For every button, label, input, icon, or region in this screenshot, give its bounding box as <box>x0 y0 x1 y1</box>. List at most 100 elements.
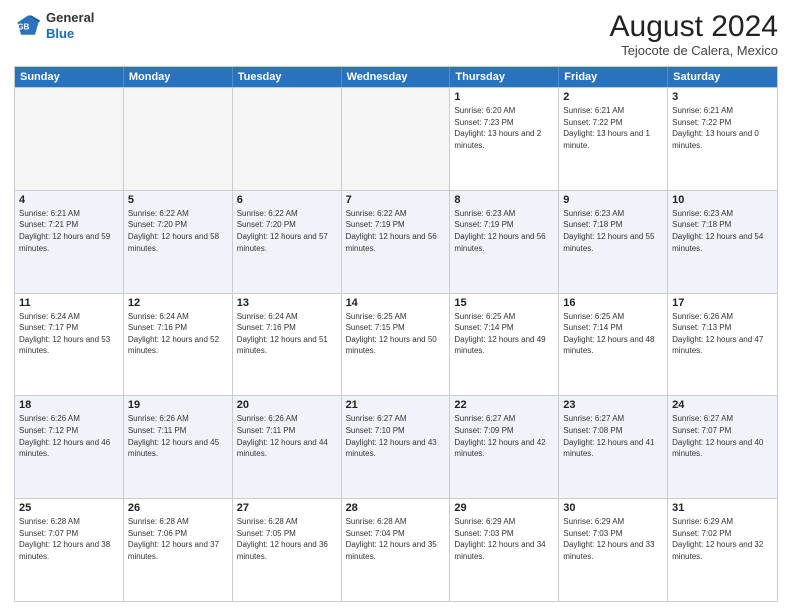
day-number: 5 <box>128 194 228 206</box>
cell-info: Sunrise: 6:24 AM Sunset: 7:16 PM Dayligh… <box>237 311 337 357</box>
page: GB General Blue August 2024 Tejocote de … <box>0 0 792 612</box>
calendar-cell <box>124 88 233 190</box>
calendar-row-1: 1 Sunrise: 6:20 AM Sunset: 7:23 PM Daylig… <box>15 87 777 190</box>
calendar-cell: 15 Sunrise: 6:25 AM Sunset: 7:14 PM Dayli… <box>450 294 559 396</box>
day-number: 15 <box>454 297 554 309</box>
day-header-thursday: Thursday <box>450 67 559 87</box>
cell-info: Sunrise: 6:22 AM Sunset: 7:20 PM Dayligh… <box>237 208 337 254</box>
day-number: 18 <box>19 399 119 411</box>
logo-general: General <box>46 10 94 26</box>
calendar-cell: 22 Sunrise: 6:27 AM Sunset: 7:09 PM Dayli… <box>450 396 559 498</box>
day-number: 20 <box>237 399 337 411</box>
calendar-cell: 8Sunrise: 6:23 AM Sunset: 7:19 PM Daylig… <box>450 191 559 293</box>
day-header-monday: Monday <box>124 67 233 87</box>
calendar-cell: 13 Sunrise: 6:24 AM Sunset: 7:16 PM Dayli… <box>233 294 342 396</box>
cell-info: Sunrise: 6:23 AM Sunset: 7:18 PM Dayligh… <box>563 208 663 254</box>
day-number: 22 <box>454 399 554 411</box>
cell-info: Sunrise: 6:25 AM Sunset: 7:14 PM Dayligh… <box>454 311 554 357</box>
calendar-row-4: 18Sunrise: 6:26 AM Sunset: 7:12 PM Dayli… <box>15 395 777 498</box>
cell-info: Sunrise: 6:25 AM Sunset: 7:14 PM Dayligh… <box>563 311 663 357</box>
calendar-cell: 9 Sunrise: 6:23 AM Sunset: 7:18 PM Daylig… <box>559 191 668 293</box>
day-header-friday: Friday <box>559 67 668 87</box>
calendar-cell: 1 Sunrise: 6:20 AM Sunset: 7:23 PM Daylig… <box>450 88 559 190</box>
calendar-cell: 28Sunrise: 6:28 AM Sunset: 7:04 PM Dayli… <box>342 499 451 601</box>
day-number: 30 <box>563 502 663 514</box>
calendar-cell: 10 Sunrise: 6:23 AM Sunset: 7:18 PM Dayli… <box>668 191 777 293</box>
calendar-cell: 18Sunrise: 6:26 AM Sunset: 7:12 PM Dayli… <box>15 396 124 498</box>
day-number: 10 <box>672 194 773 206</box>
calendar-cell: 21 Sunrise: 6:27 AM Sunset: 7:10 PM Dayli… <box>342 396 451 498</box>
calendar: SundayMondayTuesdayWednesdayThursdayFrid… <box>14 66 778 602</box>
cell-info: Sunrise: 6:20 AM Sunset: 7:23 PM Dayligh… <box>454 105 554 151</box>
day-number: 23 <box>563 399 663 411</box>
cell-info: Sunrise: 6:29 AM Sunset: 7:02 PM Dayligh… <box>672 516 773 562</box>
calendar-cell: 25Sunrise: 6:28 AM Sunset: 7:07 PM Dayli… <box>15 499 124 601</box>
calendar-cell: 5 Sunrise: 6:22 AM Sunset: 7:20 PM Daylig… <box>124 191 233 293</box>
cell-info: Sunrise: 6:27 AM Sunset: 7:08 PM Dayligh… <box>563 413 663 459</box>
header: GB General Blue August 2024 Tejocote de … <box>14 10 778 58</box>
cell-info: Sunrise: 6:22 AM Sunset: 7:20 PM Dayligh… <box>128 208 228 254</box>
day-number: 8 <box>454 194 554 206</box>
cell-info: Sunrise: 6:22 AM Sunset: 7:19 PM Dayligh… <box>346 208 446 254</box>
calendar-cell: 23 Sunrise: 6:27 AM Sunset: 7:08 PM Dayli… <box>559 396 668 498</box>
cell-info: Sunrise: 6:27 AM Sunset: 7:10 PM Dayligh… <box>346 413 446 459</box>
calendar-cell: 3 Sunrise: 6:21 AM Sunset: 7:22 PM Daylig… <box>668 88 777 190</box>
day-number: 13 <box>237 297 337 309</box>
calendar-cell: 27 Sunrise: 6:28 AM Sunset: 7:05 PM Dayli… <box>233 499 342 601</box>
cell-info: Sunrise: 6:21 AM Sunset: 7:22 PM Dayligh… <box>563 105 663 151</box>
calendar-cell: 6 Sunrise: 6:22 AM Sunset: 7:20 PM Daylig… <box>233 191 342 293</box>
calendar-cell: 14Sunrise: 6:25 AM Sunset: 7:15 PM Dayli… <box>342 294 451 396</box>
cell-info: Sunrise: 6:26 AM Sunset: 7:13 PM Dayligh… <box>672 311 773 357</box>
cell-info: Sunrise: 6:21 AM Sunset: 7:21 PM Dayligh… <box>19 208 119 254</box>
day-number: 21 <box>346 399 446 411</box>
day-number: 12 <box>128 297 228 309</box>
day-number: 27 <box>237 502 337 514</box>
day-number: 9 <box>563 194 663 206</box>
day-number: 26 <box>128 502 228 514</box>
calendar-row-5: 25Sunrise: 6:28 AM Sunset: 7:07 PM Dayli… <box>15 498 777 601</box>
calendar-cell: 24Sunrise: 6:27 AM Sunset: 7:07 PM Dayli… <box>668 396 777 498</box>
calendar-row-2: 4Sunrise: 6:21 AM Sunset: 7:21 PM Daylig… <box>15 190 777 293</box>
svg-text:GB: GB <box>18 22 30 31</box>
day-number: 17 <box>672 297 773 309</box>
title-section: August 2024 Tejocote de Calera, Mexico <box>610 10 778 58</box>
calendar-header: SundayMondayTuesdayWednesdayThursdayFrid… <box>15 67 777 87</box>
day-number: 31 <box>672 502 773 514</box>
logo-text: General Blue <box>46 10 94 41</box>
calendar-cell: 17 Sunrise: 6:26 AM Sunset: 7:13 PM Dayli… <box>668 294 777 396</box>
day-number: 6 <box>237 194 337 206</box>
cell-info: Sunrise: 6:27 AM Sunset: 7:09 PM Dayligh… <box>454 413 554 459</box>
calendar-cell: 11Sunrise: 6:24 AM Sunset: 7:17 PM Dayli… <box>15 294 124 396</box>
logo: GB General Blue <box>14 10 94 41</box>
cell-info: Sunrise: 6:26 AM Sunset: 7:11 PM Dayligh… <box>128 413 228 459</box>
day-number: 1 <box>454 91 554 103</box>
cell-info: Sunrise: 6:28 AM Sunset: 7:06 PM Dayligh… <box>128 516 228 562</box>
cell-info: Sunrise: 6:28 AM Sunset: 7:05 PM Dayligh… <box>237 516 337 562</box>
month-year: August 2024 <box>610 10 778 43</box>
calendar-cell: 29Sunrise: 6:29 AM Sunset: 7:03 PM Dayli… <box>450 499 559 601</box>
day-number: 3 <box>672 91 773 103</box>
calendar-cell: 19 Sunrise: 6:26 AM Sunset: 7:11 PM Dayli… <box>124 396 233 498</box>
calendar-cell <box>342 88 451 190</box>
cell-info: Sunrise: 6:28 AM Sunset: 7:07 PM Dayligh… <box>19 516 119 562</box>
day-number: 14 <box>346 297 446 309</box>
calendar-body: 1 Sunrise: 6:20 AM Sunset: 7:23 PM Daylig… <box>15 87 777 601</box>
cell-info: Sunrise: 6:27 AM Sunset: 7:07 PM Dayligh… <box>672 413 773 459</box>
day-number: 16 <box>563 297 663 309</box>
logo-icon: GB <box>14 12 42 40</box>
cell-info: Sunrise: 6:21 AM Sunset: 7:22 PM Dayligh… <box>672 105 773 151</box>
day-number: 7 <box>346 194 446 206</box>
day-number: 19 <box>128 399 228 411</box>
calendar-cell: 12 Sunrise: 6:24 AM Sunset: 7:16 PM Dayli… <box>124 294 233 396</box>
day-header-saturday: Saturday <box>668 67 777 87</box>
calendar-cell <box>15 88 124 190</box>
calendar-cell: 16 Sunrise: 6:25 AM Sunset: 7:14 PM Dayli… <box>559 294 668 396</box>
cell-info: Sunrise: 6:23 AM Sunset: 7:18 PM Dayligh… <box>672 208 773 254</box>
calendar-cell: 7 Sunrise: 6:22 AM Sunset: 7:19 PM Daylig… <box>342 191 451 293</box>
calendar-cell: 30Sunrise: 6:29 AM Sunset: 7:03 PM Dayli… <box>559 499 668 601</box>
cell-info: Sunrise: 6:24 AM Sunset: 7:16 PM Dayligh… <box>128 311 228 357</box>
location: Tejocote de Calera, Mexico <box>610 43 778 58</box>
cell-info: Sunrise: 6:29 AM Sunset: 7:03 PM Dayligh… <box>454 516 554 562</box>
cell-info: Sunrise: 6:26 AM Sunset: 7:11 PM Dayligh… <box>237 413 337 459</box>
calendar-cell: 26 Sunrise: 6:28 AM Sunset: 7:06 PM Dayli… <box>124 499 233 601</box>
